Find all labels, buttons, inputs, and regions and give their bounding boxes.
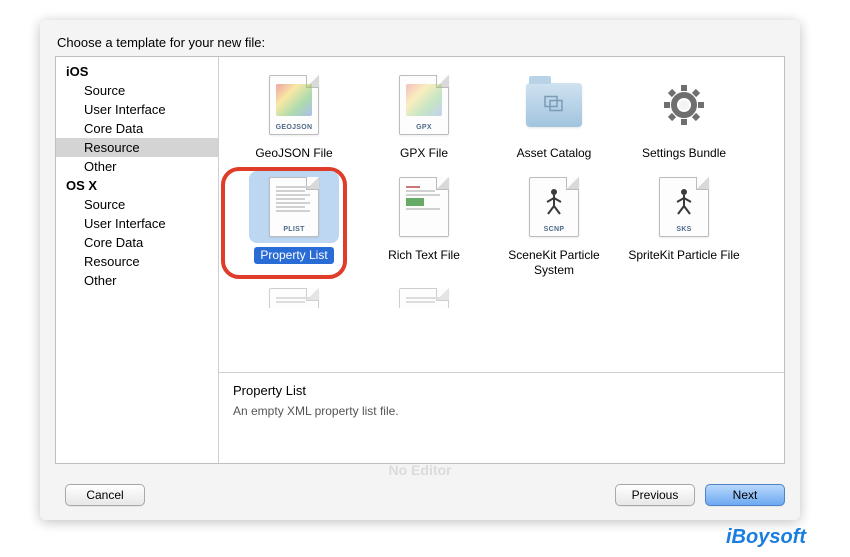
dialog-button-bar: Cancel Previous Next — [40, 474, 800, 520]
file-icon — [249, 288, 339, 308]
dialog-content: iOS Source User Interface Core Data Reso… — [55, 56, 785, 464]
template-label: GeoJSON File — [249, 145, 338, 161]
sidebar-item-ios-resource[interactable]: Resource — [56, 138, 218, 157]
new-file-dialog: Choose a template for your new file: iOS… — [40, 20, 800, 520]
sidebar-item-osx-source[interactable]: Source — [56, 195, 218, 214]
template-main: GEOJSON GeoJSON File GPX — [219, 57, 784, 463]
template-label: Settings Bundle — [636, 145, 732, 161]
template-item[interactable] — [229, 288, 359, 298]
sidebar-group-osx[interactable]: OS X — [56, 176, 218, 195]
template-item[interactable] — [359, 288, 489, 298]
template-property-list[interactable]: PLIST Property List — [229, 171, 359, 278]
watermark: iBoysoft — [726, 526, 806, 549]
file-icon: PLIST — [249, 171, 339, 243]
template-label: SceneKit Particle System — [489, 247, 619, 278]
template-gpx-file[interactable]: GPX GPX File — [359, 69, 489, 161]
sidebar-group-ios[interactable]: iOS — [56, 62, 218, 81]
template-scenekit-particle-system[interactable]: SCNP SceneKit Particle System — [489, 171, 619, 278]
template-label: Property List — [254, 247, 333, 263]
sidebar-item-ios-source[interactable]: Source — [56, 81, 218, 100]
template-label: GPX File — [394, 145, 454, 161]
sidebar-item-ios-other[interactable]: Other — [56, 157, 218, 176]
template-geojson-file[interactable]: GEOJSON GeoJSON File — [229, 69, 359, 161]
template-row — [229, 288, 774, 308]
folder-icon — [509, 69, 599, 141]
file-icon — [379, 171, 469, 243]
template-settings-bundle[interactable]: Settings Bundle — [619, 69, 749, 161]
next-button[interactable]: Next — [705, 484, 785, 506]
template-label: SpriteKit Particle File — [622, 247, 745, 263]
sidebar-item-osx-other[interactable]: Other — [56, 271, 218, 290]
template-grid[interactable]: GEOJSON GeoJSON File GPX — [219, 57, 784, 372]
template-sidebar: iOS Source User Interface Core Data Reso… — [56, 57, 219, 463]
sidebar-item-osx-core-data[interactable]: Core Data — [56, 233, 218, 252]
template-label: Asset Catalog — [511, 145, 598, 161]
sidebar-item-osx-resource[interactable]: Resource — [56, 252, 218, 271]
file-icon: SCNP — [509, 171, 599, 243]
gear-icon — [639, 69, 729, 141]
template-description: Property List An empty XML property list… — [219, 372, 784, 463]
description-body: An empty XML property list file. — [233, 404, 770, 418]
dialog-inner: Choose a template for your new file: iOS… — [40, 20, 800, 474]
dialog-prompt: Choose a template for your new file: — [57, 35, 785, 50]
template-row: GEOJSON GeoJSON File GPX — [229, 69, 774, 171]
template-rich-text-file[interactable]: Rich Text File — [359, 171, 489, 278]
template-asset-catalog[interactable]: Asset Catalog — [489, 69, 619, 161]
description-title: Property List — [233, 383, 770, 398]
sidebar-item-ios-user-interface[interactable]: User Interface — [56, 100, 218, 119]
file-icon: SKS — [639, 171, 729, 243]
template-row: PLIST Property List — [229, 171, 774, 288]
previous-button[interactable]: Previous — [615, 484, 695, 506]
sidebar-item-ios-core-data[interactable]: Core Data — [56, 119, 218, 138]
file-icon: GEOJSON — [249, 69, 339, 141]
file-icon: GPX — [379, 69, 469, 141]
cancel-button[interactable]: Cancel — [65, 484, 145, 506]
sidebar-item-osx-user-interface[interactable]: User Interface — [56, 214, 218, 233]
template-label: Rich Text File — [382, 247, 466, 263]
template-spritekit-particle-file[interactable]: SKS SpriteKit Particle File — [619, 171, 749, 278]
file-icon — [379, 288, 469, 308]
